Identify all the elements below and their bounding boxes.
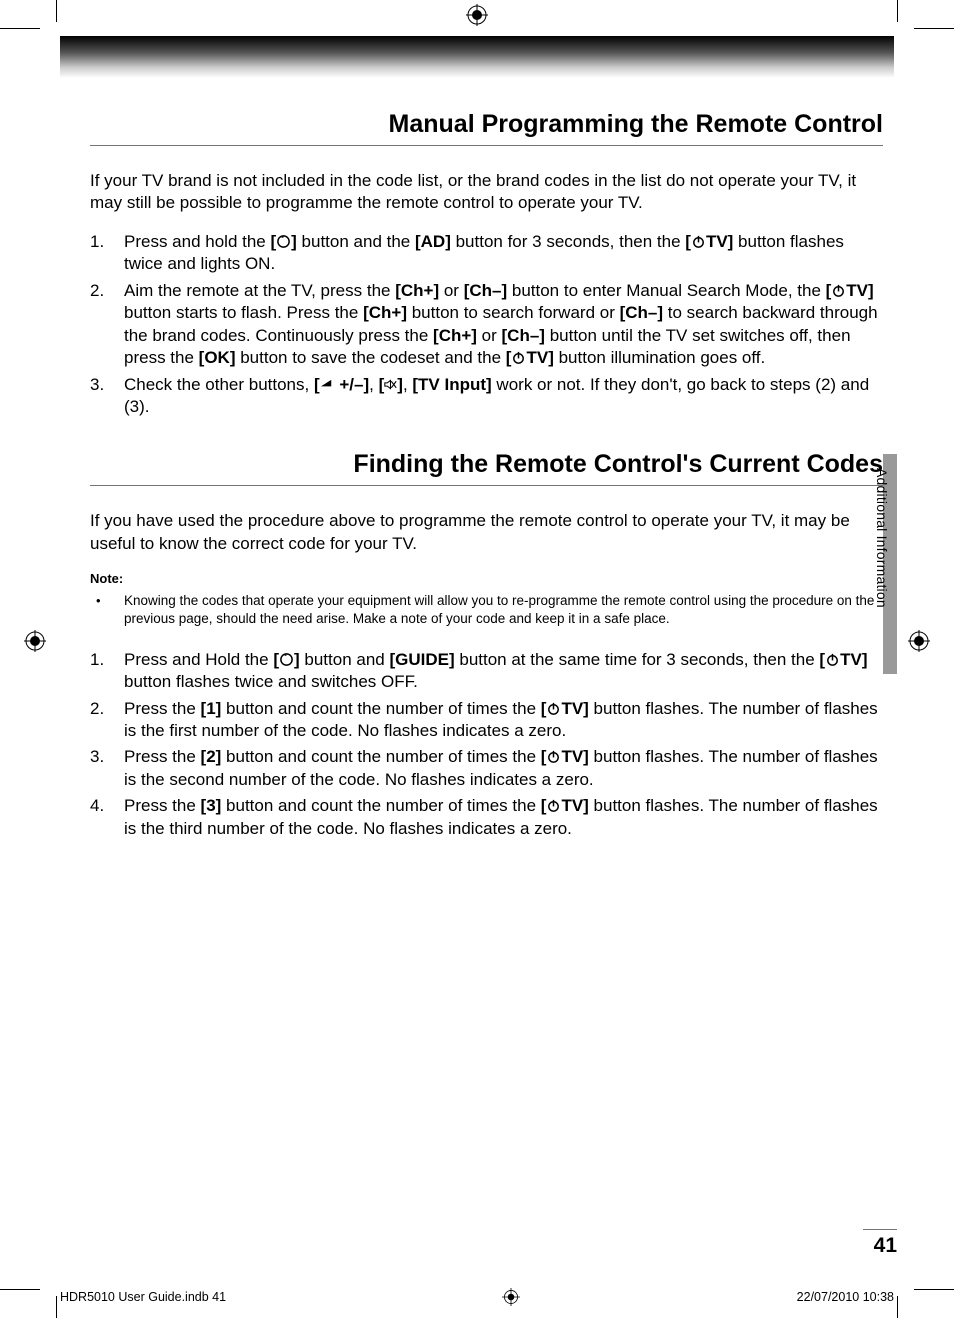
footer-timestamp: 22/07/2010 10:38 [797,1290,894,1304]
page-number: 41 [874,1234,897,1258]
header-gradient [60,36,894,78]
crop-mark [56,1296,57,1318]
divider [90,485,883,486]
crop-mark [897,0,898,22]
power-icon [546,798,561,813]
list-item: Press and hold the [] button and the [AD… [90,231,883,276]
print-footer: HDR5010 User Guide.indb 41 22/07/2010 10… [60,1288,894,1306]
footer-filename: HDR5010 User Guide.indb 41 [60,1290,226,1304]
registration-mark-icon [502,1288,520,1306]
power-icon [546,701,561,716]
list-item: Check the other buttons, [ +/–], [], [TV… [90,374,883,419]
note-bullet: Knowing the codes that operate your equi… [90,592,883,628]
section-heading: Finding the Remote Control's Current Cod… [90,446,883,485]
finding-codes-steps: Press and Hold the [] button and [GUIDE]… [90,649,883,841]
power-icon [825,652,840,667]
power-icon [691,234,706,249]
page-title: Finding the Remote Control's Current Cod… [353,446,883,485]
list-item: Press the [3] button and count the numbe… [90,795,883,840]
manual-programming-steps: Press and hold the [] button and the [AD… [90,231,883,419]
crop-mark [914,28,954,29]
power-icon [831,283,846,298]
page-title: Manual Programming the Remote Control [389,106,883,145]
crop-mark [897,1296,898,1318]
crop-mark [0,28,40,29]
registration-mark-icon [24,630,46,652]
intro-paragraph: If you have used the procedure above to … [90,510,883,555]
circle-arrow-icon [276,234,291,249]
note-label: Note: [90,571,883,586]
volume-icon [320,377,335,392]
list-item: Press and Hold the [] button and [GUIDE]… [90,649,883,694]
list-item: Press the [1] button and count the numbe… [90,698,883,743]
crop-mark [0,1289,40,1290]
intro-paragraph: If your TV brand is not included in the … [90,170,883,215]
crop-mark [914,1289,954,1290]
divider [90,145,883,146]
circle-arrow-icon [279,652,294,667]
list-item: Press the [2] button and count the numbe… [90,746,883,791]
power-icon [546,749,561,764]
mute-icon [384,378,397,391]
crop-mark [56,0,57,22]
registration-mark-icon [466,4,488,26]
list-item: Aim the remote at the TV, press the [Ch+… [90,280,883,370]
page-root: Additional Information Manual Programmin… [0,0,954,1318]
page-number-rule [863,1229,897,1230]
note-body: Knowing the codes that operate your equi… [90,592,883,628]
content-area: Manual Programming the Remote Control If… [90,100,883,1238]
section-heading: Manual Programming the Remote Control [90,106,883,145]
power-icon [511,350,526,365]
registration-mark-icon [908,630,930,652]
